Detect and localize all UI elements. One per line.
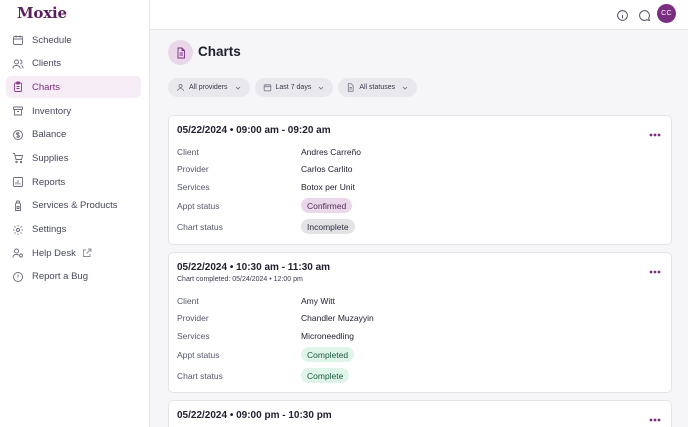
sidebar-item-label: Balance xyxy=(32,129,67,141)
sidebar-item-services-products[interactable]: Services & Products xyxy=(6,195,141,217)
sidebar-item-schedule[interactable]: Schedule xyxy=(6,29,141,51)
provider-label: Provider xyxy=(177,313,209,323)
provider-value: Chandler Muzayyin xyxy=(301,313,374,323)
sidebar-item-inventory[interactable]: Inventory xyxy=(6,100,141,122)
sidebar-item-clients[interactable]: Clients xyxy=(6,53,141,75)
sidebar-item-settings[interactable]: Settings xyxy=(6,219,141,241)
chart-card-title: 05/22/2024 • 09:00 am - 09:20 am xyxy=(177,125,331,136)
top-bar: CC xyxy=(150,0,688,30)
moxie-logo[interactable]: Moxie xyxy=(17,4,67,22)
appt-status-label: Appt status xyxy=(177,350,220,360)
sidebar-item-label: Reports xyxy=(32,176,66,188)
chat-icon[interactable] xyxy=(637,8,651,22)
sidebar-item-help-desk[interactable]: Help Desk xyxy=(6,242,141,264)
chart-card[interactable]: 05/22/2024 • 09:00 pm - 10:30 pm xyxy=(168,400,672,427)
charts-page-icon xyxy=(168,40,193,65)
sidebar-item-report-bug[interactable]: Report a Bug xyxy=(6,266,141,288)
help-desk-icon xyxy=(12,247,24,259)
sidebar-item-reports[interactable]: Reports xyxy=(6,171,141,193)
client-value: Amy Witt xyxy=(301,296,335,306)
chart-status-badge: Incomplete xyxy=(301,219,355,234)
sidebar-item-charts[interactable]: Charts xyxy=(6,76,141,99)
users-icon xyxy=(12,58,24,70)
sidebar-item-label: Help Desk xyxy=(32,247,76,259)
provider-filter-label: All providers xyxy=(189,84,228,91)
clipboard-icon xyxy=(12,81,24,93)
chart-status-label: Chart status xyxy=(177,222,223,232)
provider-label: Provider xyxy=(177,164,209,174)
services-label: Services xyxy=(177,331,210,341)
user-icon xyxy=(176,83,185,92)
appt-status-badge: Confirmed xyxy=(301,198,353,213)
page-title: Charts xyxy=(198,44,241,59)
bottle-icon xyxy=(12,200,24,212)
sidebar-item-label: Inventory xyxy=(32,105,72,117)
sidebar-nav: Schedule Clients Charts Inventory Balanc… xyxy=(6,29,141,290)
external-link-icon xyxy=(81,247,93,259)
status-filter-label: All statuses xyxy=(359,84,396,91)
chevron-down-icon xyxy=(401,84,409,92)
client-label: Client xyxy=(177,296,199,306)
sidebar-item-label: Services & Products xyxy=(32,200,118,212)
provider-value: Carlos Carlito xyxy=(301,164,353,174)
archive-box-icon xyxy=(12,105,24,117)
filter-bar: All providers Last 7 days All statuses xyxy=(168,78,422,97)
services-label: Services xyxy=(177,182,210,192)
dollar-circle-icon xyxy=(12,129,24,141)
info-icon[interactable] xyxy=(615,8,629,22)
sidebar-item-label: Report a Bug xyxy=(32,271,88,283)
services-value: Microneedling xyxy=(301,331,354,341)
chevron-down-icon xyxy=(234,84,242,92)
sidebar-item-label: Schedule xyxy=(32,34,72,46)
appt-status-label: Appt status xyxy=(177,201,220,211)
sidebar: Moxie Schedule Clients Charts Inventory … xyxy=(0,0,150,427)
sidebar-item-label: Settings xyxy=(32,224,67,235)
cart-icon xyxy=(12,152,24,164)
gear-icon xyxy=(12,224,24,236)
chart-status-badge: Complete xyxy=(301,368,350,383)
chart-card[interactable]: 05/22/2024 • 09:00 am - 09:20 am Client … xyxy=(168,115,672,245)
client-value: Andres Carreño xyxy=(301,147,362,157)
alert-circle-icon xyxy=(12,271,24,283)
sidebar-item-label: Charts xyxy=(32,81,60,93)
more-options-icon[interactable] xyxy=(649,417,661,423)
client-label: Client xyxy=(177,147,199,157)
chart-card-title: 05/22/2024 • 10:30 am - 11:30 am xyxy=(177,262,331,273)
sidebar-item-supplies[interactable]: Supplies xyxy=(6,147,141,169)
sidebar-item-label: Clients xyxy=(32,58,62,70)
chart-card-title: 05/22/2024 • 09:00 pm - 10:30 pm xyxy=(177,410,332,421)
calendar-icon xyxy=(12,34,24,46)
more-options-icon[interactable] xyxy=(649,132,661,138)
chart-status-label: Chart status xyxy=(177,371,223,381)
sidebar-item-label: Supplies xyxy=(32,152,69,164)
status-filter[interactable]: All statuses xyxy=(338,78,418,97)
chart-card[interactable]: 05/22/2024 • 10:30 am - 11:30 am Chart c… xyxy=(168,252,672,393)
date-range-filter[interactable]: Last 7 days xyxy=(254,78,334,97)
appt-status-badge: Completed xyxy=(301,347,355,362)
user-avatar[interactable]: CC xyxy=(657,4,676,23)
chevron-down-icon xyxy=(317,84,325,92)
document-icon xyxy=(346,83,355,92)
services-value: Botox per Unit xyxy=(301,182,355,192)
sidebar-item-balance[interactable]: Balance xyxy=(6,124,141,146)
provider-filter[interactable]: All providers xyxy=(168,78,250,97)
date-range-filter-label: Last 7 days xyxy=(275,84,312,91)
more-options-icon[interactable] xyxy=(649,269,661,275)
calendar-icon xyxy=(263,83,272,92)
chart-completed-text: Chart completed: 05/24/2024 • 12:00 pm xyxy=(177,276,303,283)
bar-chart-icon xyxy=(12,176,24,188)
